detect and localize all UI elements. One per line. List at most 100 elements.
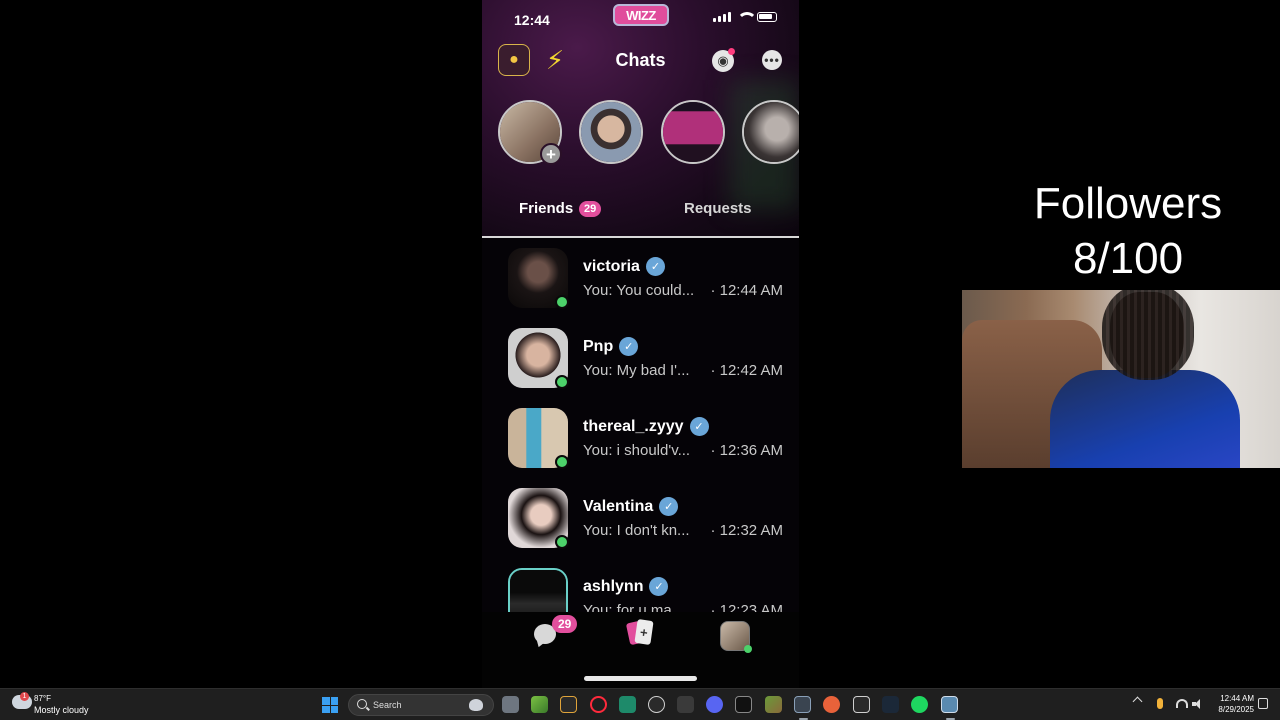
- chat-name: Valentina ✓: [583, 497, 679, 516]
- notification-center-icon[interactable]: [1258, 698, 1268, 709]
- story-thumbnail: [581, 102, 641, 162]
- task-view-icon[interactable]: [502, 696, 519, 713]
- phone-screen: 12:44 WIZZ ● ⚡ Chats ◉ ••• + Friends 29 …: [482, 0, 799, 688]
- more-icon: •••: [764, 53, 780, 67]
- app-icon[interactable]: [735, 696, 752, 713]
- app-icon[interactable]: [619, 696, 636, 713]
- status-bar-time: 12:44: [514, 12, 550, 28]
- verified-badge-icon: ✓: [659, 497, 679, 516]
- notification-dot: [728, 48, 735, 55]
- home-indicator[interactable]: [584, 676, 697, 681]
- minecraft-launcher-icon[interactable]: [531, 696, 548, 713]
- chat-name-text: thereal_.zyyy: [583, 417, 684, 435]
- weather-temperature[interactable]: 87°F: [34, 694, 51, 703]
- online-status-dot: [555, 295, 569, 309]
- screen: 12:44 WIZZ ● ⚡ Chats ◉ ••• + Friends 29 …: [0, 0, 1280, 720]
- wifi-icon: [737, 12, 757, 22]
- chat-preview: You: for u ma...: [583, 602, 685, 612]
- followers-count: 8/100: [1072, 234, 1184, 283]
- chat-list: victoria ✓ You: You could... · 12:44 AM P…: [482, 238, 799, 612]
- cards-icon[interactable]: +: [625, 619, 654, 646]
- chevron-up-icon[interactable]: [1132, 696, 1143, 707]
- status-bar-icons: [713, 12, 777, 22]
- app-icon[interactable]: [853, 696, 870, 713]
- tab-friends[interactable]: Friends: [519, 200, 573, 217]
- app-logo: WIZZ: [613, 4, 669, 26]
- chat-row-victoria[interactable]: victoria ✓ You: You could... · 12:44 AM: [482, 238, 799, 318]
- taskbar-search[interactable]: Search: [348, 694, 494, 716]
- chat-name: Pnp ✓: [583, 337, 639, 356]
- tab-requests[interactable]: Requests: [684, 200, 752, 217]
- verified-badge-icon: ✓: [689, 417, 709, 436]
- chat-row-ashlynn[interactable]: ashlynn ✓ You: for u ma... · 12:23 AM: [482, 558, 799, 612]
- app-icon[interactable]: [648, 696, 665, 713]
- avatar: [508, 568, 568, 612]
- chat-preview: You: You could...: [583, 282, 695, 299]
- friends-count-badge: 29: [579, 201, 602, 217]
- chat-name-text: ashlynn: [583, 577, 644, 595]
- weather-description[interactable]: Mostly cloudy: [34, 705, 89, 715]
- bottom-nav: 29 +: [482, 612, 799, 688]
- chat-preview: You: My bad I'...: [583, 362, 690, 379]
- online-status-dot: [744, 645, 752, 653]
- chat-time: · 12:42 AM: [710, 362, 783, 379]
- online-status-dot: [555, 455, 569, 469]
- chat-time: · 12:23 AM: [710, 602, 783, 612]
- battery-icon: [757, 12, 777, 22]
- more-options-button[interactable]: •••: [762, 50, 782, 70]
- chat-row-pnp[interactable]: Pnp ✓ You: My bad I'... · 12:42 AM: [482, 318, 799, 398]
- search-highlight-icon: [469, 699, 483, 711]
- search-placeholder: Search: [373, 700, 402, 710]
- chat-time: · 12:32 AM: [710, 522, 783, 539]
- online-status-dot: [555, 375, 569, 389]
- chat-time: · 12:44 AM: [710, 282, 783, 299]
- webcam-feed: [962, 290, 1280, 468]
- story-thumbnail: [663, 102, 723, 162]
- discord-icon[interactable]: [706, 696, 723, 713]
- opera-gx-icon[interactable]: [590, 696, 607, 713]
- add-story-icon[interactable]: +: [540, 143, 562, 165]
- chat-preview: You: i should'v...: [583, 442, 691, 459]
- terminal-icon[interactable]: [677, 696, 694, 713]
- app-icon-active[interactable]: [794, 696, 811, 720]
- app-icon-active[interactable]: [941, 696, 958, 720]
- page-title: Chats: [615, 50, 666, 70]
- verified-badge-icon: ✓: [619, 337, 639, 356]
- chat-preview: You: I don't kn...: [583, 522, 690, 539]
- followers-title: Followers: [1033, 179, 1223, 228]
- chat-name: ashlynn ✓: [583, 577, 669, 596]
- app-icon[interactable]: [765, 696, 782, 713]
- search-icon: [357, 699, 367, 709]
- online-status-dot: [555, 535, 569, 549]
- wifi-icon[interactable]: [1176, 699, 1188, 708]
- chat-row-valentina[interactable]: Valentina ✓ You: I don't kn... · 12:32 AM: [482, 478, 799, 558]
- clock-time[interactable]: 12:44 AM: [1212, 694, 1254, 703]
- start-button[interactable]: [322, 697, 338, 713]
- spotify-icon[interactable]: [911, 696, 928, 713]
- camera-icon: ◉: [717, 53, 729, 68]
- taskbar: 1 87°F Mostly cloudy Search 12:44 AM 8/2…: [0, 688, 1280, 720]
- story-thumbnail: [744, 102, 799, 162]
- story-item[interactable]: [742, 100, 799, 164]
- unread-count-badge: 29: [552, 615, 578, 633]
- verified-badge-icon: ✓: [649, 577, 669, 596]
- steam-icon[interactable]: [882, 696, 899, 713]
- weather-alert-badge: 1: [20, 692, 29, 701]
- chat-name-text: victoria: [583, 257, 640, 275]
- chat-name: thereal_.zyyy ✓: [583, 417, 709, 436]
- webcam-person-hair: [1102, 290, 1194, 380]
- chat-name-text: Pnp: [583, 337, 614, 355]
- app-icon[interactable]: [560, 696, 577, 713]
- story-item[interactable]: [661, 100, 725, 164]
- volume-icon[interactable]: [1192, 699, 1204, 709]
- webcam-person-body: [1050, 370, 1240, 468]
- chat-name: victoria ✓: [583, 257, 665, 276]
- followers-goal: Followers 8/100: [1000, 176, 1256, 286]
- story-item[interactable]: [579, 100, 643, 164]
- app-icon[interactable]: [823, 696, 840, 713]
- chat-row-thereal-zyyy[interactable]: thereal_.zyyy ✓ You: i should'v... · 12:3…: [482, 398, 799, 478]
- card-front: +: [634, 619, 654, 645]
- clock-date[interactable]: 8/29/2025: [1206, 705, 1254, 714]
- cellular-signal-icon: [713, 12, 731, 22]
- microphone-icon[interactable]: [1157, 698, 1163, 709]
